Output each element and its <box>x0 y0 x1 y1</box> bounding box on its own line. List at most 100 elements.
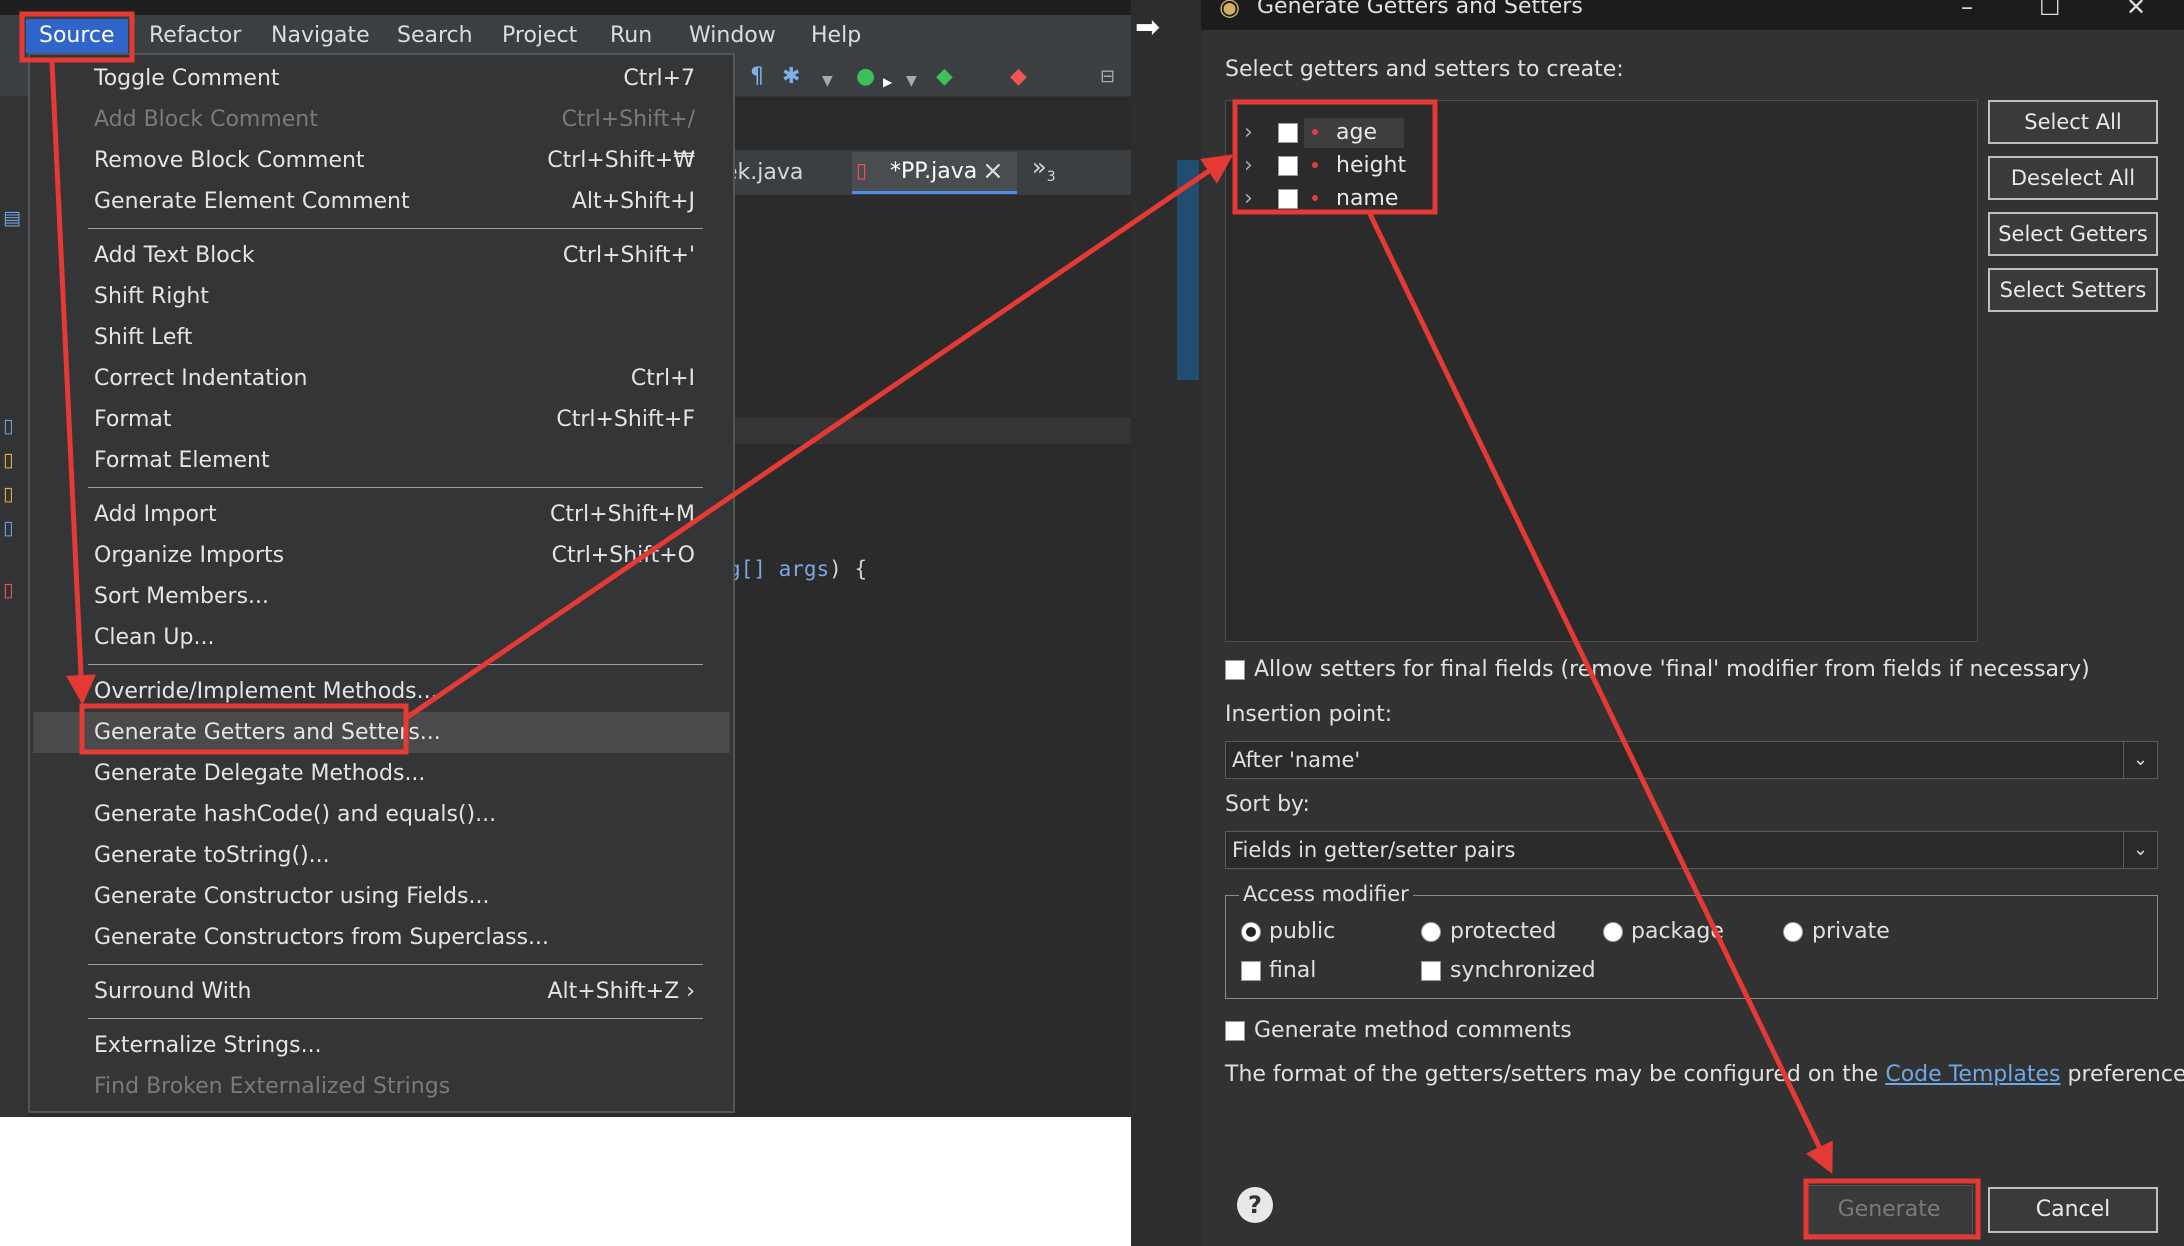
private-field-icon <box>1312 162 1318 168</box>
file-icon[interactable]: ▤ <box>3 207 21 229</box>
tab-pp-java[interactable]: ▯ *PP.java × <box>852 152 1017 194</box>
code-editor[interactable] <box>720 195 1131 1117</box>
pin-icon[interactable]: ⊟ <box>1100 65 1115 89</box>
menu-item-correct-indentation[interactable]: Correct Indentation Ctrl+I <box>60 358 703 399</box>
menu-item-surround-with[interactable]: Surround With Alt+Shift+Z › <box>60 971 703 1012</box>
chevron-right-icon[interactable]: › <box>1244 153 1253 179</box>
menu-item-override-implement[interactable]: Override/Implement Methods... <box>60 671 703 712</box>
menu-separator <box>88 228 703 229</box>
radio-package[interactable] <box>1603 922 1623 942</box>
field-checkbox[interactable] <box>1278 123 1298 143</box>
chevron-down-icon: ⌄ <box>2123 832 2157 868</box>
select-getters-button[interactable]: Select Getters <box>1988 212 2158 256</box>
tree-row-height[interactable]: › height <box>1226 150 1426 182</box>
menu-item-generate-element-comment[interactable]: Generate Element Comment Alt+Shift+J <box>60 181 703 222</box>
blank-area <box>0 1117 1131 1246</box>
field-checkbox[interactable] <box>1278 156 1298 176</box>
generate-button[interactable]: Generate <box>1805 1185 1973 1235</box>
insertion-point-select[interactable]: After 'name' ⌄ <box>1225 741 2158 779</box>
sort-by-label: Sort by: <box>1225 792 1310 817</box>
menu-item-remove-block-comment[interactable]: Remove Block Comment Ctrl+Shift+₩ <box>60 140 703 181</box>
menu-item-format[interactable]: Format Ctrl+Shift+F <box>60 399 703 440</box>
chevron-down-icon[interactable]: ▼ <box>822 69 833 93</box>
toolbar-debug-icon[interactable]: ✱ <box>782 65 800 89</box>
close-icon[interactable]: × <box>982 156 1004 186</box>
package-explorer-strip: ▤ ▯ ▯ ▯ ▯ ▯ <box>0 97 28 1117</box>
deselect-all-button[interactable]: Deselect All <box>1988 156 2158 200</box>
menu-item-toggle-comment[interactable]: Toggle Comment Ctrl+7 <box>60 58 703 99</box>
java-error-file-icon: ▯ <box>856 158 868 182</box>
radio-private-label: private <box>1812 919 1890 944</box>
menu-help[interactable]: Help <box>798 19 874 53</box>
code-text: ) { <box>829 557 868 581</box>
cancel-button[interactable]: Cancel <box>1988 1187 2158 1233</box>
java-file-icon[interactable]: ▯ <box>3 415 13 437</box>
java-file-icon[interactable]: ▯ <box>3 517 13 539</box>
menu-item-format-element[interactable]: Format Element <box>60 440 703 481</box>
field-name: age <box>1336 120 1377 145</box>
chevron-down-icon[interactable]: ▼ <box>906 69 917 93</box>
java-file-icon[interactable]: ▯ <box>3 449 13 471</box>
menu-separator <box>88 964 703 965</box>
final-checkbox[interactable] <box>1241 961 1261 981</box>
menu-item-add-text-block[interactable]: Add Text Block Ctrl+Shift+' <box>60 235 703 276</box>
eclipse-icon: ◉ <box>1219 0 1240 21</box>
synchronized-checkbox[interactable] <box>1421 961 1441 981</box>
menu-separator <box>88 1018 703 1019</box>
radio-protected[interactable] <box>1421 922 1441 942</box>
select-all-button[interactable]: Select All <box>1988 100 2158 144</box>
menu-item-generate-hashcode-equals[interactable]: Generate hashCode() and equals()... <box>60 794 703 835</box>
maximize-icon[interactable]: ☐ <box>2039 0 2061 20</box>
generate-comments-checkbox[interactable] <box>1225 1021 1245 1041</box>
tab-ek-java[interactable]: ek.java <box>724 158 803 188</box>
menu-item-add-import[interactable]: Add Import Ctrl+Shift+M <box>60 494 703 535</box>
allow-setters-final-checkbox[interactable] <box>1225 660 1245 680</box>
final-label: final <box>1269 958 1317 983</box>
menu-item-generate-constructor-fields[interactable]: Generate Constructor using Fields... <box>60 876 703 917</box>
chevron-right-icon[interactable]: › <box>1244 120 1253 146</box>
menu-project[interactable]: Project <box>489 19 590 53</box>
menu-item-shift-left[interactable]: Shift Left <box>60 317 703 358</box>
code-templates-link[interactable]: Code Templates <box>1885 1062 2060 1087</box>
close-icon[interactable]: ✕ <box>2126 0 2146 20</box>
menu-item-generate-delegate[interactable]: Generate Delegate Methods... <box>60 753 703 794</box>
menu-source[interactable]: Source <box>26 19 128 53</box>
field-checkbox[interactable] <box>1278 189 1298 209</box>
menu-item-generate-tostring[interactable]: Generate toString()... <box>60 835 703 876</box>
chevron-right-icon[interactable]: › <box>1244 186 1253 212</box>
run-icon[interactable]: ● <box>856 65 875 89</box>
menu-run[interactable]: Run <box>597 19 665 53</box>
menu-search[interactable]: Search <box>384 19 486 53</box>
menu-item-generate-constructors-superclass[interactable]: Generate Constructors from Superclass... <box>60 917 703 958</box>
run-play-icon: ▶ <box>883 75 893 89</box>
radio-public-label: public <box>1269 919 1336 944</box>
menu-window[interactable]: Window <box>676 19 789 53</box>
radio-public[interactable] <box>1241 922 1261 942</box>
arrow-right-icon[interactable]: ➡ <box>1135 10 1160 45</box>
select-setters-button[interactable]: Select Setters <box>1988 268 2158 312</box>
menu-item-generate-getters-setters[interactable]: Generate Getters and Setters... <box>33 712 730 753</box>
coverage-icon[interactable]: ◆ <box>936 65 953 89</box>
tree-row-name[interactable]: › name <box>1226 183 1426 215</box>
menu-refactor[interactable]: Refactor <box>136 19 254 53</box>
fields-tree[interactable]: › age › height › name <box>1225 100 1978 642</box>
tree-row-age[interactable]: › age <box>1226 117 1426 149</box>
menu-navigate[interactable]: Navigate <box>258 19 383 53</box>
external-tools-icon[interactable]: ◆ <box>1010 65 1027 89</box>
field-name: name <box>1336 186 1399 211</box>
minimize-icon[interactable]: – <box>1961 0 1973 20</box>
java-file-icon[interactable]: ▯ <box>3 483 13 505</box>
sort-by-select[interactable]: Fields in getter/setter pairs ⌄ <box>1225 831 2158 869</box>
java-error-file-icon[interactable]: ▯ <box>3 579 13 601</box>
menu-item-sort-members[interactable]: Sort Members... <box>60 576 703 617</box>
help-icon[interactable]: ? <box>1237 1187 1273 1223</box>
menu-item-clean-up[interactable]: Clean Up... <box>60 617 703 658</box>
format-note: The format of the getters/setters may be… <box>1225 1062 2184 1087</box>
menu-separator <box>88 487 703 488</box>
menu-item-organize-imports[interactable]: Organize Imports Ctrl+Shift+O <box>60 535 703 576</box>
pilcrow-icon[interactable]: ¶ <box>750 65 764 89</box>
tab-overflow[interactable]: »3 <box>1032 152 1056 185</box>
radio-private[interactable] <box>1783 922 1803 942</box>
menu-item-shift-right[interactable]: Shift Right <box>60 276 703 317</box>
menu-item-externalize-strings[interactable]: Externalize Strings... <box>60 1025 703 1066</box>
